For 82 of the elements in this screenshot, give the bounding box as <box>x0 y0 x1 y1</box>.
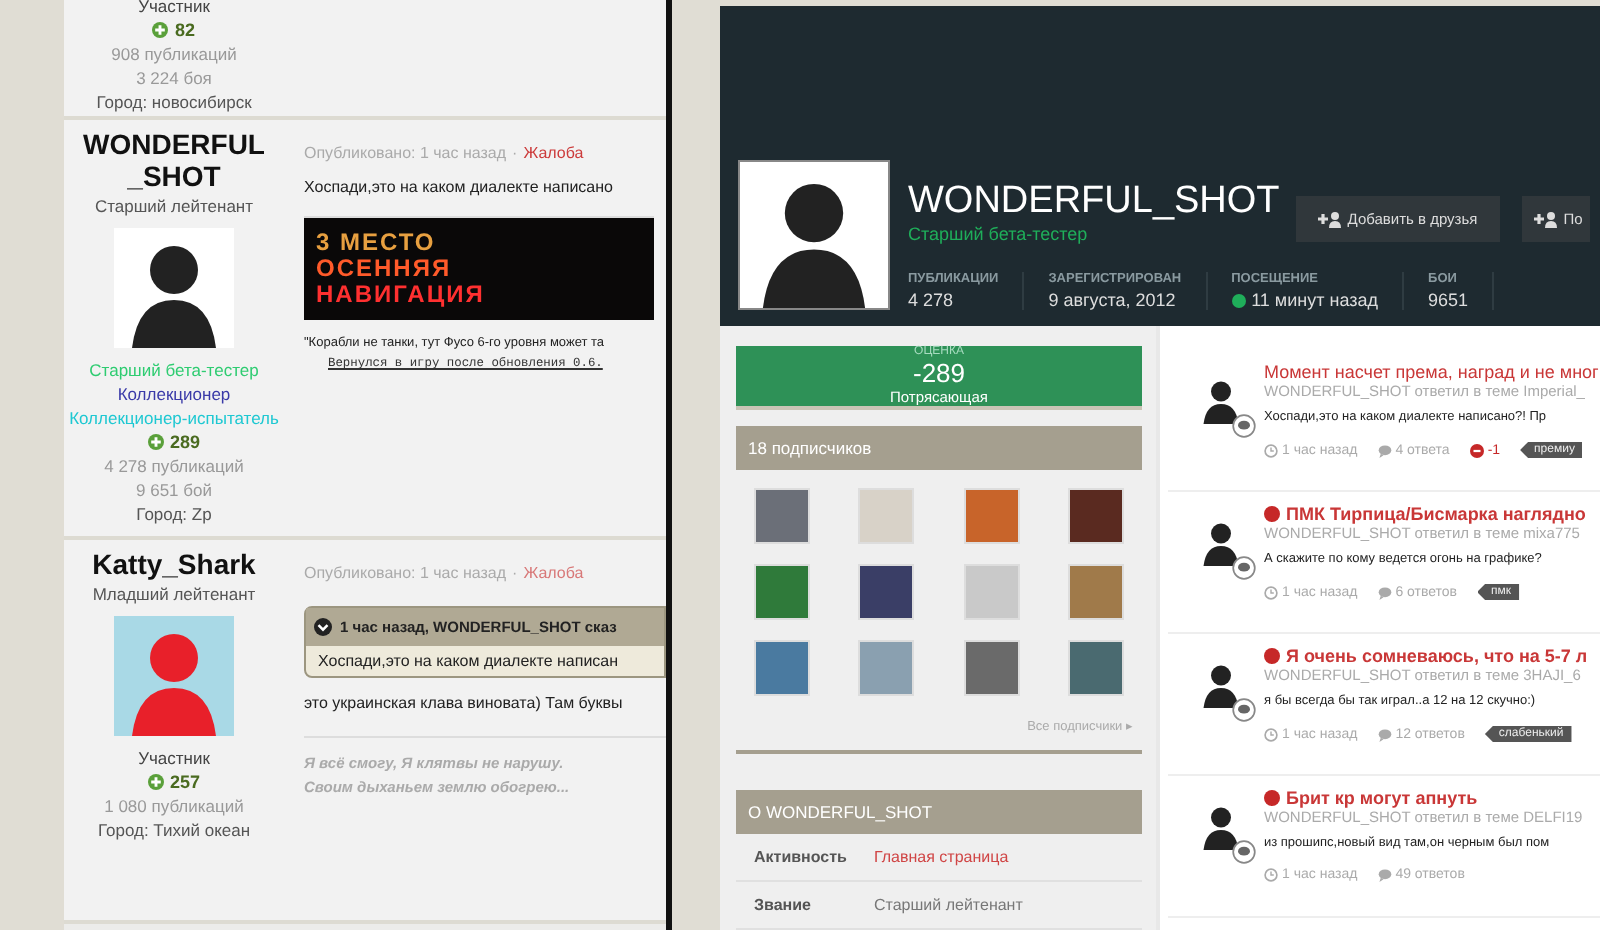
topic-title[interactable]: ПМК Тирпица/Бисмарка наглядно <box>1264 504 1586 524</box>
follower-avatar[interactable] <box>756 490 808 542</box>
comment-icon <box>1377 585 1392 599</box>
author-rank: Старший лейтенант <box>94 196 254 217</box>
stat-value: 9 августа, 2012 <box>1048 290 1176 310</box>
plus-icon <box>152 22 169 38</box>
add-friend-icon <box>1533 211 1558 227</box>
reputation-count: 82 <box>174 20 195 40</box>
online-dot <box>1231 293 1246 307</box>
post-text: это украинская клава виновата) Там буквы <box>304 694 625 712</box>
reputation-count: 289 <box>169 432 201 453</box>
author-stat: 1 080 публикаций <box>104 796 244 817</box>
follower-avatar[interactable] <box>965 566 1018 618</box>
follower-avatar[interactable] <box>1069 566 1122 618</box>
author-name[interactable]: WONDERFUL_SHOT <box>78 128 270 193</box>
profile-title: Старший бета-тестер <box>908 224 1090 244</box>
clock-icon <box>1264 727 1278 741</box>
author-stat: 4 278 публикаций <box>104 456 244 477</box>
stat-value: 11 минут назад <box>1251 290 1379 310</box>
follower-avatar[interactable] <box>1069 490 1122 542</box>
minus-icon <box>1469 443 1484 457</box>
banner-text: 3 МЕСТО <box>316 230 438 256</box>
plus-icon <box>147 774 164 791</box>
author-city: Город: Тихий океан <box>97 820 251 841</box>
follower-avatar[interactable] <box>1069 642 1122 694</box>
stat-value: 9651 <box>1428 290 1469 310</box>
comment-icon <box>1377 868 1392 882</box>
separator-dot: · <box>512 564 518 582</box>
group-label: Коллекционер <box>117 384 231 405</box>
member-group: Участник <box>138 0 210 16</box>
quote-text: Хоспади,это на каком диалекте написан <box>316 650 621 674</box>
topic-title[interactable]: Я очень сомневаюсь, что на 5-7 л <box>1264 646 1588 666</box>
follower-avatar[interactable] <box>860 642 913 694</box>
reputation-count: 257 <box>169 772 201 793</box>
about-header: О WONDERFUL_SHOT <box>736 790 1142 834</box>
stat-value: 4 278 <box>908 290 954 310</box>
follower-avatar[interactable] <box>756 642 808 694</box>
author-stat: 908 публикаций <box>111 44 237 64</box>
topic-title[interactable]: Брит кр могут апнуть <box>1264 788 1583 808</box>
clock-icon <box>1264 868 1278 882</box>
comment-bubble-icon <box>1232 840 1256 864</box>
author-name[interactable]: Katty_Shark <box>78 548 270 581</box>
author-city: Город: Zp <box>136 504 212 525</box>
separator-dot: · <box>512 144 518 162</box>
rating-value: -289 <box>912 358 966 388</box>
report-link[interactable]: Жалоба <box>523 144 584 162</box>
post-text: Хоспади,это на каком диалекте написано <box>304 178 615 196</box>
about-label: Активность <box>754 848 849 866</box>
about-label: Звание <box>754 896 813 914</box>
banner-text: ОСЕННЯЯ <box>316 256 454 282</box>
plus-icon <box>147 434 164 451</box>
about-value: Старший лейтенант <box>874 896 1023 914</box>
banner-text: НАВИГАЦИЯ <box>316 282 487 308</box>
followers-header: 18 подписчиков <box>736 426 1142 470</box>
published-time: Опубликовано: 1 час назад <box>304 564 507 582</box>
member-group: Участник <box>138 748 210 769</box>
comment-bubble-icon <box>1232 698 1256 722</box>
follower-avatar[interactable] <box>860 566 913 618</box>
group-label: Коллекционер-испытатель <box>69 408 279 429</box>
author-rank: Младший лейтенант <box>92 584 256 605</box>
topic-title[interactable]: Момент насчет према, наград и не мног <box>1264 362 1599 382</box>
comment-icon <box>1377 443 1392 457</box>
group-label: Старший бета-тестер <box>89 360 259 381</box>
comment-icon <box>1377 727 1392 741</box>
about-value[interactable]: Главная страница <box>874 848 1009 866</box>
clock-icon <box>1264 585 1278 599</box>
avatar-image <box>114 228 234 349</box>
author-stat: 9 651 бой <box>136 480 212 501</box>
follower-avatar[interactable] <box>756 566 808 618</box>
avatar-image <box>114 616 234 737</box>
profile-name: WONDERFUL_SHOT <box>908 180 1280 224</box>
chevron-icon[interactable] <box>314 618 332 636</box>
author-city: Город: новосибирск <box>96 92 252 112</box>
author-stat: 3 224 боя <box>136 68 212 88</box>
published-time: Опубликовано: 1 час назад <box>304 144 507 162</box>
follower-avatar[interactable] <box>965 490 1018 542</box>
add-friend-icon <box>1317 211 1342 227</box>
comment-bubble-icon <box>1232 414 1256 438</box>
follower-avatar[interactable] <box>965 642 1018 694</box>
follower-avatar[interactable] <box>860 490 913 542</box>
clock-icon <box>1264 443 1278 457</box>
comment-bubble-icon <box>1232 556 1256 580</box>
